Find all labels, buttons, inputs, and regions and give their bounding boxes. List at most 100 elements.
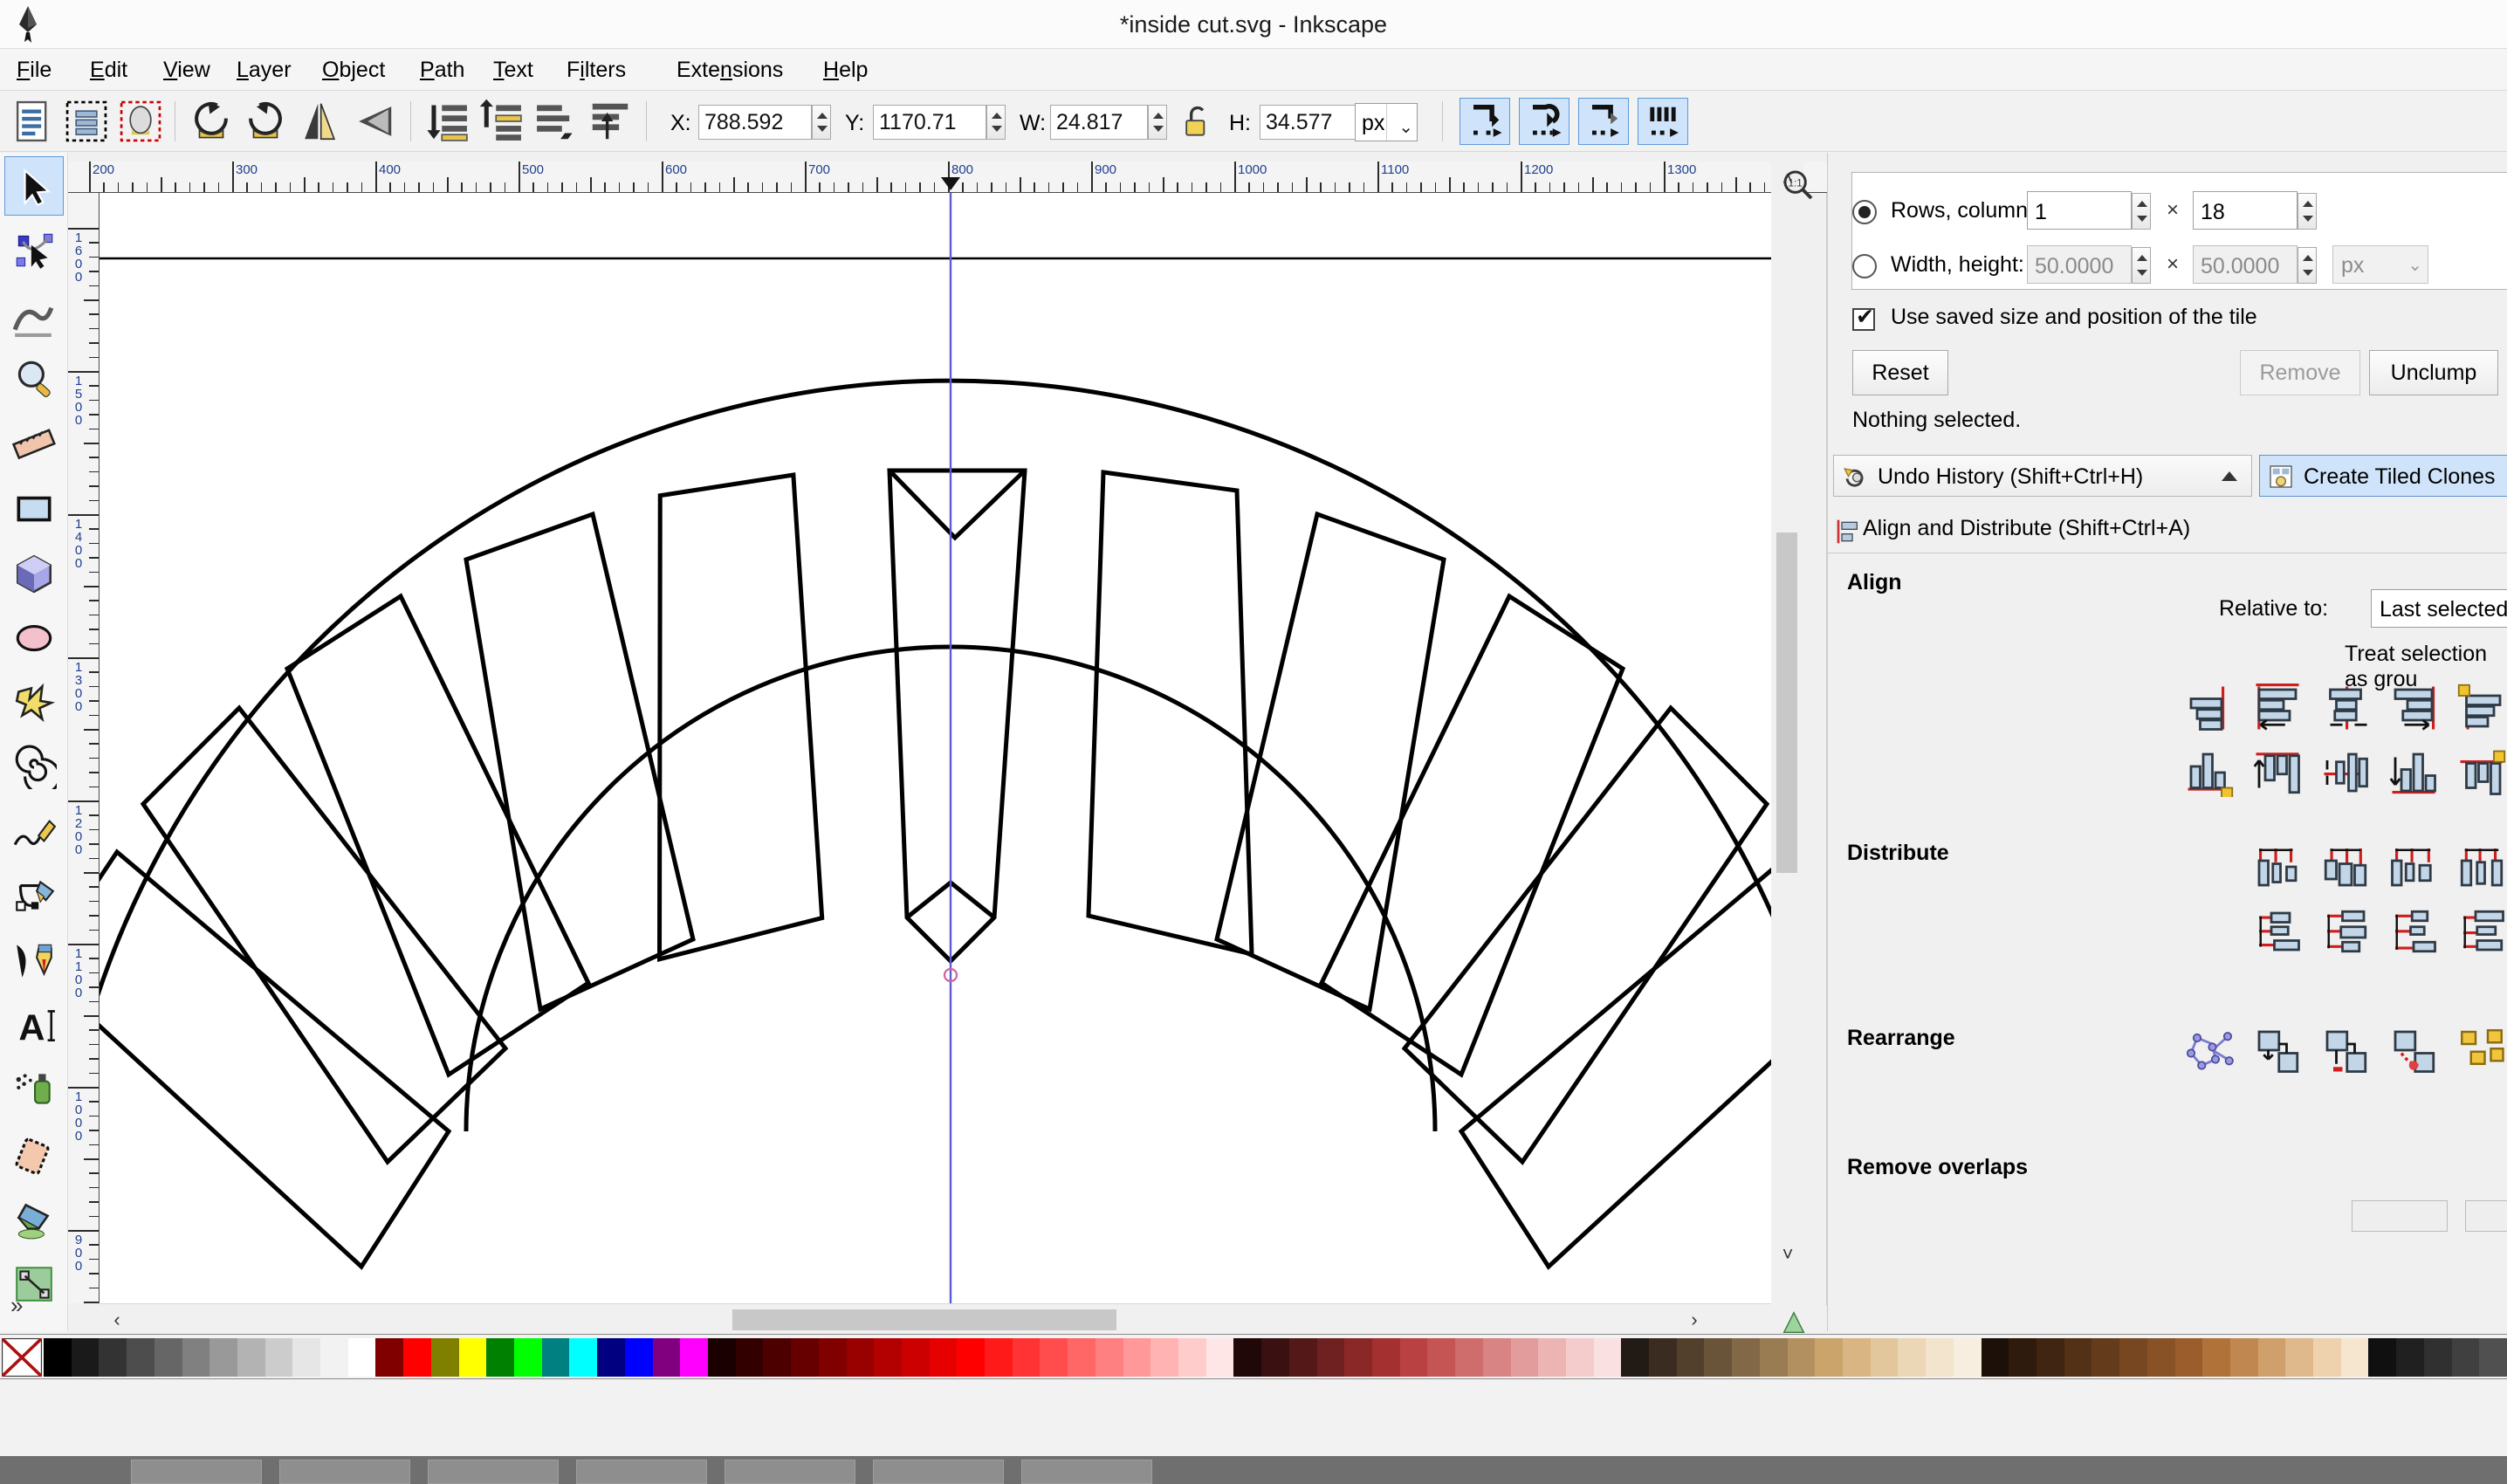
palette-swatch[interactable] [2451, 1338, 2480, 1377]
overlap-h-input[interactable] [2352, 1200, 2448, 1232]
columns-stepper[interactable] [2298, 193, 2317, 230]
flip-horizontal-icon[interactable] [296, 98, 343, 145]
taskbar-item[interactable] [873, 1460, 1004, 1484]
undo-history-tab[interactable]: Undo History (Shift+Ctrl+H) [1833, 455, 2252, 497]
palette-swatch[interactable] [1012, 1338, 1041, 1377]
y-input-value[interactable] [874, 106, 986, 139]
select-all-icon[interactable] [9, 98, 56, 145]
palette-swatch[interactable] [2479, 1338, 2507, 1377]
palette-swatch[interactable] [1870, 1338, 1899, 1377]
horizontal-scroll-thumb[interactable] [732, 1309, 1116, 1330]
palette-swatch[interactable] [99, 1338, 127, 1377]
columns-input[interactable]: 18 [2193, 191, 2298, 230]
distribute-left-edges-icon[interactable] [2250, 842, 2304, 891]
distribute-top-edges-icon[interactable] [2250, 907, 2304, 956]
tile-width-input[interactable]: 50.0000 [2027, 245, 2132, 284]
zoom-tool[interactable] [4, 350, 64, 409]
palette-swatch[interactable] [763, 1338, 792, 1377]
align-bottom-edges-icon[interactable] [2387, 748, 2441, 797]
palette-swatch[interactable] [1261, 1338, 1290, 1377]
tweak-tool[interactable] [4, 285, 64, 345]
palette-swatch[interactable] [1068, 1338, 1096, 1377]
palette-swatch[interactable] [1427, 1338, 1456, 1377]
vertical-ruler[interactable]: 1600 1500 1400 1300 1200 1100 1000 900 [68, 193, 100, 1303]
palette-swatch[interactable] [957, 1338, 986, 1377]
x-stepper[interactable] [812, 105, 831, 140]
palette-swatch[interactable] [1205, 1338, 1235, 1377]
affect-stroke-width-toggle[interactable] [1638, 98, 1688, 145]
distribute-gaps-vertically-icon[interactable] [2455, 907, 2507, 956]
palette-swatch[interactable] [2009, 1338, 2037, 1377]
palette-swatch[interactable] [1040, 1338, 1068, 1377]
zoom-1to1-icon[interactable]: 1:1 [1781, 168, 1816, 203]
menu-help[interactable]: Help [814, 49, 877, 91]
measure-tool[interactable] [4, 415, 64, 474]
palette-swatch[interactable] [1150, 1338, 1179, 1377]
tile-width-stepper[interactable] [2132, 247, 2151, 284]
palette-swatch[interactable] [237, 1338, 266, 1377]
taskbar-item[interactable] [725, 1460, 855, 1484]
center-on-horizontal-axis-icon[interactable] [2318, 748, 2373, 797]
exchange-positions-zorder-icon[interactable] [2318, 1026, 2373, 1075]
palette-swatch[interactable] [403, 1338, 432, 1377]
w-input[interactable] [1050, 105, 1148, 140]
color-palette[interactable] [0, 1334, 2507, 1379]
palette-swatch[interactable] [458, 1338, 487, 1377]
taskbar-item[interactable] [279, 1460, 410, 1484]
ellipse-tool[interactable] [4, 608, 64, 668]
palette-swatch[interactable] [1649, 1338, 1678, 1377]
palette-swatch[interactable] [2146, 1338, 2176, 1377]
palette-swatch[interactable] [597, 1338, 626, 1377]
palette-swatch[interactable] [1399, 1338, 1428, 1377]
palette-swatch[interactable] [1953, 1338, 1982, 1377]
palette-swatch[interactable] [44, 1338, 72, 1377]
y-stepper[interactable] [986, 105, 1006, 140]
taskbar-item[interactable] [428, 1460, 559, 1484]
palette-swatch[interactable] [2202, 1338, 2231, 1377]
bucket-tool[interactable] [4, 1190, 64, 1249]
palette-swatch[interactable] [1843, 1338, 1872, 1377]
bezier-tool[interactable] [4, 867, 64, 926]
palette-swatch[interactable] [1759, 1338, 1789, 1377]
palette-swatch[interactable] [1482, 1338, 1512, 1377]
palette-swatch[interactable] [680, 1338, 709, 1377]
pencil-tool[interactable] [4, 802, 64, 862]
palette-swatch[interactable] [1316, 1338, 1345, 1377]
palette-swatch[interactable] [1676, 1338, 1706, 1377]
palette-swatch[interactable] [1565, 1338, 1595, 1377]
h-input-value[interactable] [1260, 106, 1357, 139]
rectangle-tool[interactable] [4, 479, 64, 539]
align-right-edge-to-anchor-left-icon[interactable] [2182, 684, 2236, 732]
palette-swatch[interactable] [292, 1338, 321, 1377]
palette-swatch[interactable] [1344, 1338, 1373, 1377]
vertical-scrollbar[interactable]: ˄ ˅ [1771, 161, 1804, 1305]
menu-path[interactable]: Path [410, 49, 474, 91]
menu-view[interactable]: View [154, 49, 220, 91]
rows-input[interactable]: 1 [2027, 191, 2132, 230]
snap-controls-icon[interactable] [1779, 1308, 1809, 1337]
exchange-positions-clockwise-icon[interactable] [2387, 1026, 2441, 1075]
palette-swatch[interactable] [2174, 1338, 2203, 1377]
align-top-edges-icon[interactable] [2250, 748, 2304, 797]
palette-swatch[interactable] [1981, 1338, 2009, 1377]
flip-vertical-icon[interactable] [350, 98, 397, 145]
palette-swatch[interactable] [430, 1338, 460, 1377]
deselect-icon[interactable] [117, 98, 164, 145]
palette-swatch[interactable] [2036, 1338, 2065, 1377]
distribute-gaps-horizontally-icon[interactable] [2455, 842, 2507, 891]
affect-patterns-toggle[interactable] [1578, 98, 1629, 145]
palette-swatch[interactable] [375, 1338, 404, 1377]
distribute-centers-vertically-icon[interactable] [2318, 907, 2373, 956]
palette-swatch[interactable] [514, 1338, 543, 1377]
palette-swatch[interactable] [154, 1338, 183, 1377]
palette-swatch[interactable] [2396, 1338, 2425, 1377]
palette-swatch[interactable] [347, 1338, 377, 1377]
text-tool[interactable]: A [4, 996, 64, 1055]
raise-icon[interactable] [532, 98, 580, 145]
palette-swatch[interactable] [735, 1338, 764, 1377]
menu-edit[interactable]: Edit [80, 49, 137, 91]
palette-swatch[interactable] [541, 1338, 571, 1377]
align-top-to-anchor-bottom-icon[interactable] [2455, 748, 2507, 797]
no-color-x-icon[interactable] [2, 1338, 42, 1377]
align-bottom-to-anchor-top-icon[interactable] [2182, 748, 2236, 797]
